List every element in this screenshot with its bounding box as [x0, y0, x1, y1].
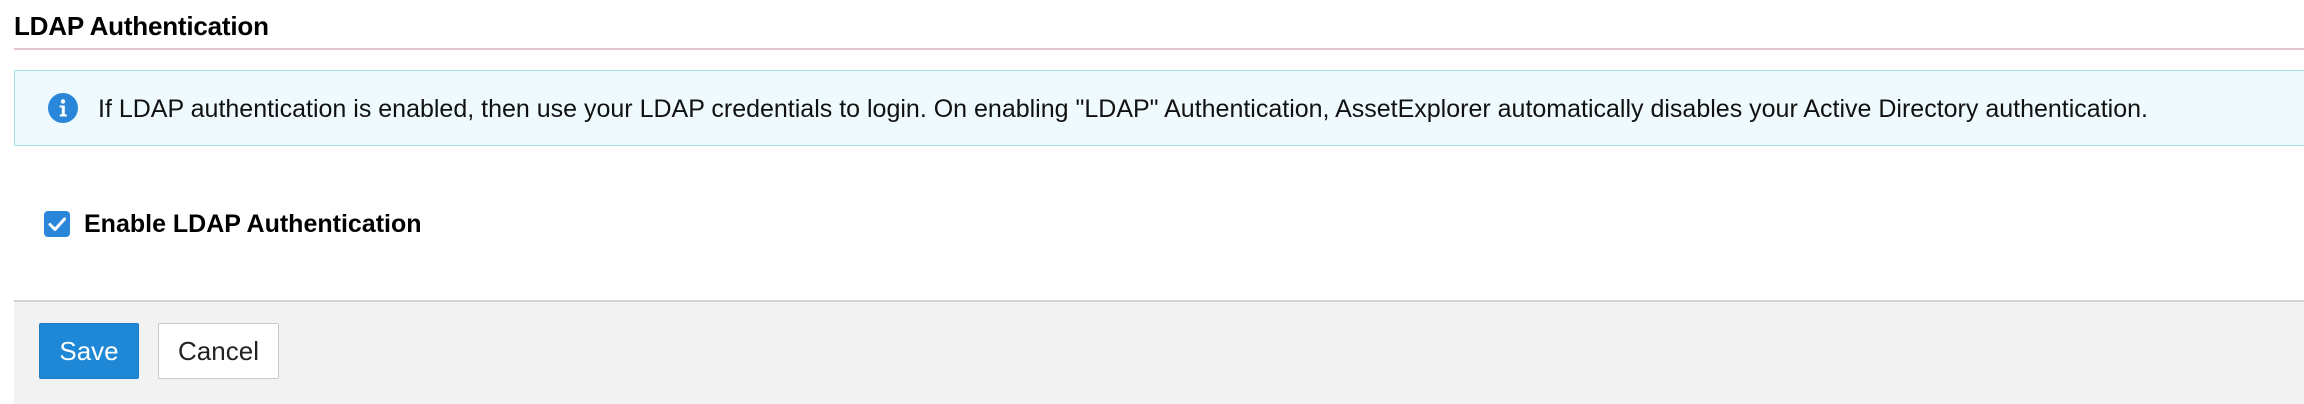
enable-ldap-checkbox[interactable] [44, 211, 70, 237]
page-title: LDAP Authentication [14, 11, 269, 41]
checkmark-icon [48, 217, 66, 231]
info-banner: If LDAP authentication is enabled, then … [14, 70, 2304, 146]
save-button[interactable]: Save [39, 323, 139, 379]
title-divider [14, 48, 2304, 50]
form-actions-bar: Save Cancel [14, 300, 2304, 404]
enable-ldap-label[interactable]: Enable LDAP Authentication [84, 208, 422, 240]
enable-ldap-option[interactable]: Enable LDAP Authentication [44, 208, 422, 240]
info-icon [48, 93, 78, 123]
info-message: If LDAP authentication is enabled, then … [98, 95, 2148, 123]
cancel-button[interactable]: Cancel [158, 323, 279, 379]
